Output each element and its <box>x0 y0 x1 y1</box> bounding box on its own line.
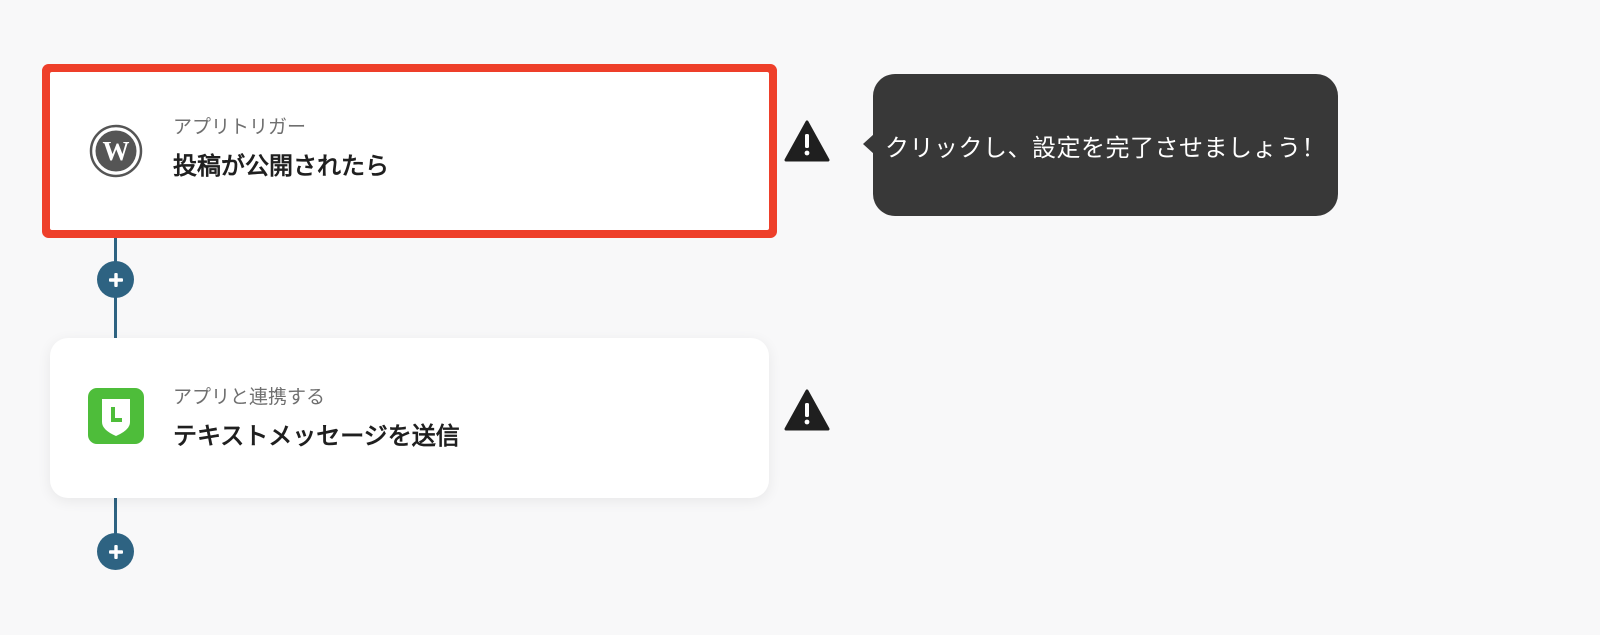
step-title: テキストメッセージを送信 <box>173 422 460 450</box>
plus-icon <box>108 272 123 287</box>
step-title: 投稿が公開されたら <box>173 152 389 180</box>
svg-text:W: W <box>103 136 130 166</box>
action-step-card[interactable]: アプリと連携する テキストメッセージを送信 <box>50 338 769 498</box>
warning-icon <box>784 120 830 162</box>
trigger-step-card[interactable]: W アプリトリガー 投稿が公開されたら <box>50 72 769 230</box>
step-label: アプリトリガー <box>173 116 307 138</box>
tooltip-arrow <box>863 134 874 154</box>
wordpress-icon: W <box>89 124 143 178</box>
add-step-button[interactable] <box>97 533 134 570</box>
warning-icon <box>784 389 830 431</box>
flow-connector-line <box>114 498 117 534</box>
step-label: アプリと連携する <box>173 386 326 408</box>
line-icon <box>88 388 144 444</box>
plus-icon <box>108 544 123 559</box>
tooltip-text: クリックし、設定を完了させましょう！ <box>885 133 1326 162</box>
add-step-button[interactable] <box>97 261 134 298</box>
setup-hint-tooltip: クリックし、設定を完了させましょう！ <box>863 74 1338 216</box>
